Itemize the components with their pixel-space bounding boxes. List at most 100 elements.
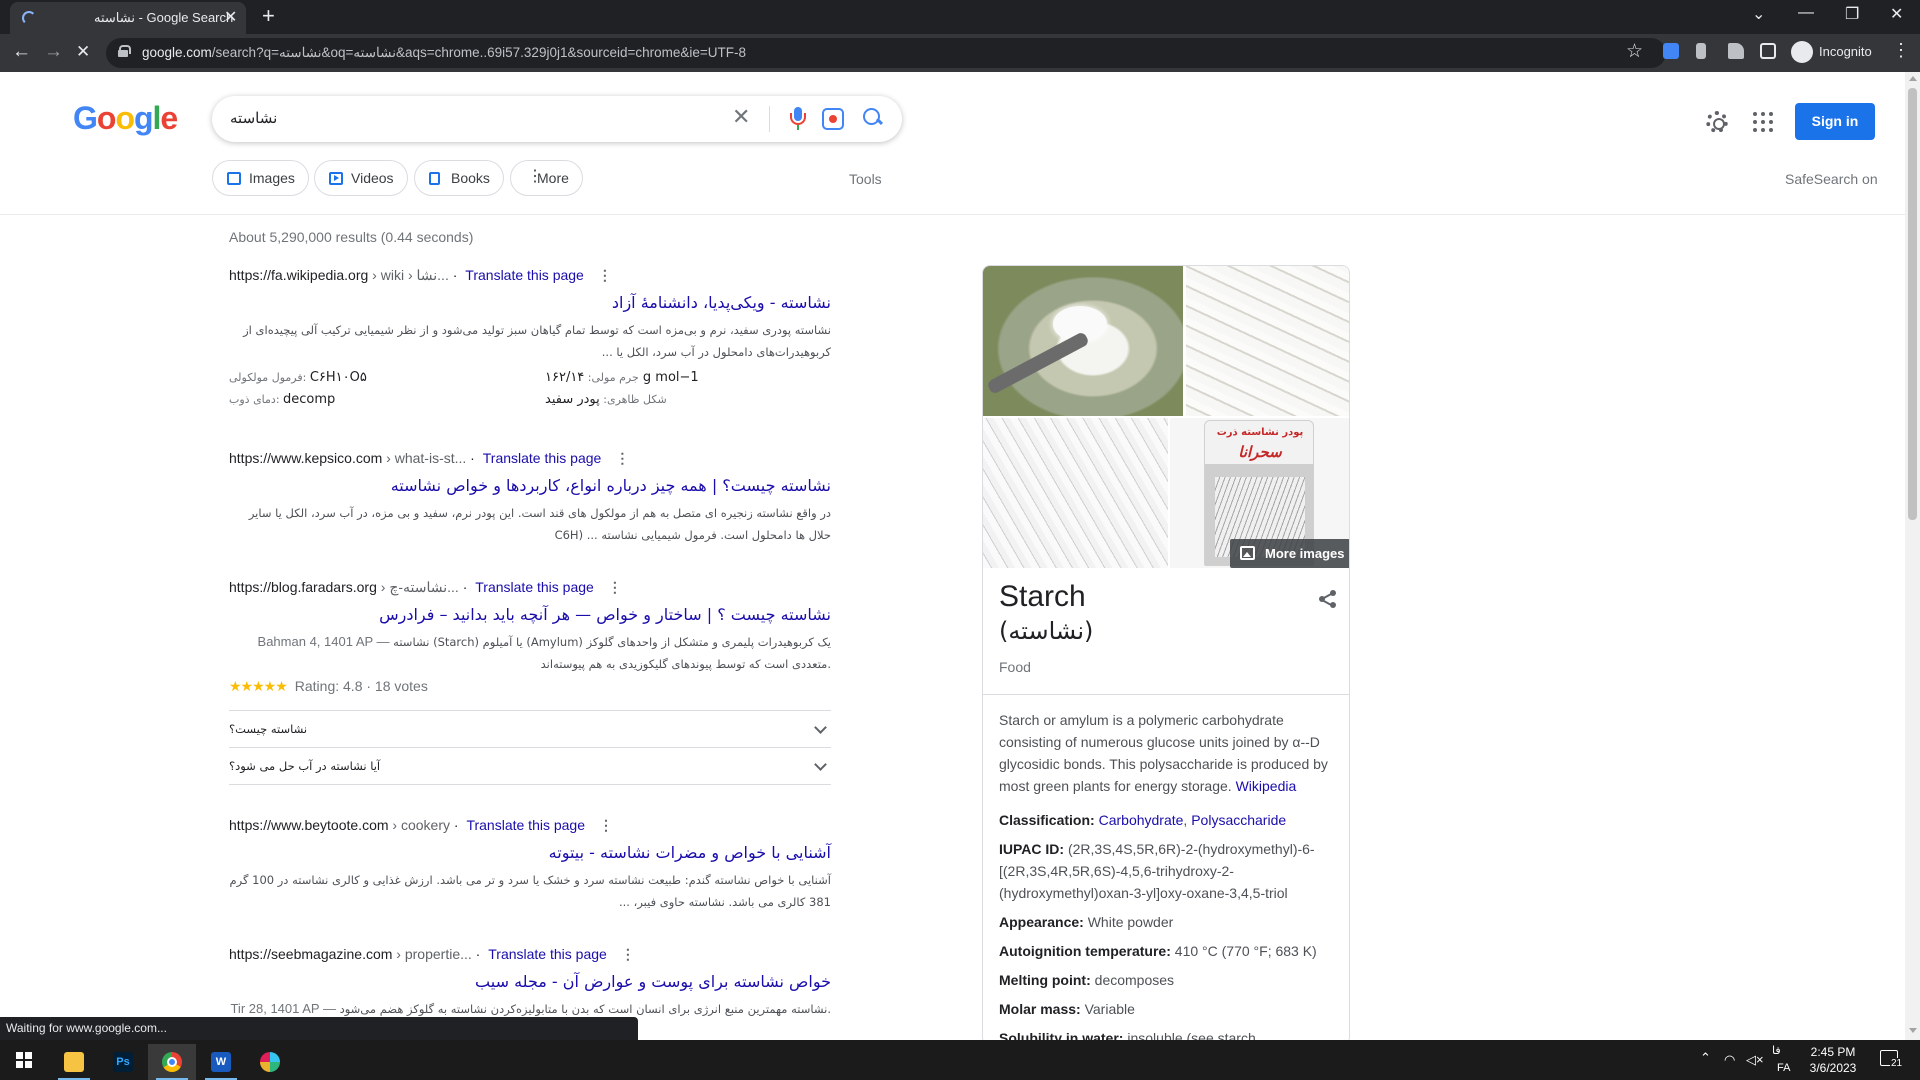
incognito-label[interactable]: Incognito — [1819, 44, 1872, 59]
fact-autoignition: Autoignition temperature: 410 °C (770 °F… — [999, 943, 1317, 959]
taskbar-word[interactable]: W — [197, 1044, 245, 1080]
share-icon[interactable] — [1319, 590, 1337, 608]
new-tab-icon[interactable]: + — [262, 3, 275, 29]
taskbar-file-explorer[interactable] — [50, 1044, 98, 1080]
close-window-icon[interactable]: ✕ — [1890, 4, 1903, 24]
tab-search-icon[interactable]: ⌄ — [1752, 4, 1765, 24]
search-icon[interactable] — [861, 106, 885, 130]
page-scrollbar[interactable] — [1905, 72, 1920, 1040]
chip-books[interactable]: Books — [414, 160, 504, 196]
result-snippet: در واقع نشاسته زنجیره ای متصل به هم از م… — [248, 506, 831, 542]
taskbar-photoshop[interactable]: Ps — [99, 1044, 147, 1080]
starch-image[interactable] — [983, 266, 1183, 416]
classification-link[interactable]: Carbohydrate — [1099, 812, 1184, 828]
search-result: https://blog.faradars.org › نشاسته-چ... … — [229, 577, 831, 697]
loading-status: Waiting for www.google.com... — [0, 1017, 638, 1040]
search-box[interactable]: نشاسته ✕ — [212, 96, 902, 142]
starch-image[interactable] — [1186, 266, 1349, 416]
result-title[interactable]: نشاسته - ویکی‌پدیا، دانشنامهٔ آزاد — [229, 291, 831, 315]
entity-facts: Classification: Carbohydrate, Polysaccha… — [999, 809, 1339, 1045]
panel-divider — [983, 694, 1349, 695]
result-options-icon[interactable]: ⋮ — [615, 450, 629, 466]
scroll-up-icon[interactable] — [1909, 76, 1917, 81]
google-lens-icon[interactable] — [822, 108, 844, 130]
folder-icon — [64, 1052, 84, 1072]
chip-videos[interactable]: Videos — [314, 160, 408, 196]
safesearch-label[interactable]: SafeSearch on — [1785, 171, 1878, 187]
chevron-down-icon — [814, 758, 827, 771]
browser-tab[interactable]: نشاسته - Google Search ✕ — [10, 2, 246, 34]
notification-count: 21 — [1890, 1058, 1904, 1069]
related-question[interactable]: نشاسته چیست؟ — [229, 710, 831, 747]
more-images-button[interactable]: More images — [1230, 539, 1349, 568]
related-question[interactable]: آیا نشاسته در آب حل می شود؟ — [229, 747, 831, 784]
starch-image[interactable] — [983, 418, 1168, 568]
scroll-down-icon[interactable] — [1909, 1028, 1917, 1033]
input-language[interactable]: فا — [1772, 1044, 1781, 1057]
chip-more[interactable]: ⋮ More — [510, 160, 583, 196]
url-text[interactable]: google.com/search?q=نشاسته&oq=نشاسته&aqs… — [142, 45, 746, 61]
browser-menu-icon[interactable]: ⋮ — [1892, 40, 1910, 61]
restore-icon[interactable]: ❐ — [1845, 4, 1859, 24]
side-panel-icon[interactable] — [1760, 43, 1776, 59]
voice-search-icon[interactable] — [788, 107, 808, 131]
scrollbar-thumb[interactable] — [1908, 88, 1917, 520]
translate-link[interactable]: Translate this page — [466, 817, 585, 833]
word-icon: W — [211, 1052, 231, 1072]
google-logo[interactable]: Google — [73, 100, 178, 137]
result-url[interactable]: https://blog.faradars.org › نشاسته-چ... … — [229, 577, 831, 597]
fact-appearance: شکل ظاهری: پودر سفید — [545, 392, 667, 407]
result-options-icon[interactable]: ⋮ — [598, 267, 612, 283]
address-bar[interactable]: google.com/search?q=نشاسته&oq=نشاسته&aqs… — [106, 38, 1666, 68]
settings-gear-icon[interactable] — [1706, 111, 1728, 133]
wikipedia-link[interactable]: Wikipedia — [1236, 778, 1297, 794]
taskbar-slack[interactable] — [246, 1044, 294, 1080]
result-title[interactable]: نشاسته چیست ؟ | ساختار و خواص — هر آنچه … — [229, 603, 831, 627]
loading-spinner-icon — [22, 11, 36, 25]
translate-extension-icon[interactable] — [1663, 43, 1679, 59]
tray-expand-icon[interactable]: ⌃ — [1700, 1050, 1711, 1066]
minimize-icon[interactable]: — — [1798, 4, 1814, 22]
clear-search-icon[interactable]: ✕ — [732, 104, 750, 130]
incognito-icon[interactable] — [1791, 41, 1813, 63]
image-icon — [227, 172, 241, 185]
result-title[interactable]: خواص نشاسته برای پوست و عوارض آن - مجله … — [229, 970, 831, 994]
sign-in-button[interactable]: Sign in — [1795, 103, 1875, 140]
translate-link[interactable]: Translate this page — [465, 267, 584, 283]
browser-toolbar: ← → ✕ google.com/search?q=نشاسته&oq=نشاس… — [0, 34, 1920, 72]
tools-button[interactable]: Tools — [849, 171, 882, 187]
taskbar-clock[interactable]: 2:45 PM 3/6/2023 — [1798, 1044, 1868, 1076]
stop-loading-icon[interactable]: ✕ — [76, 42, 90, 62]
back-icon[interactable]: ← — [12, 41, 31, 63]
result-options-icon[interactable]: ⋮ — [608, 579, 622, 595]
related-questions-divider — [229, 784, 831, 785]
google-apps-icon[interactable] — [1753, 112, 1773, 132]
result-url[interactable]: https://www.kepsico.com › what-is-st... … — [229, 448, 831, 468]
result-url[interactable]: https://www.beytoote.com › cookery · Tra… — [229, 815, 831, 835]
taskbar-chrome[interactable] — [148, 1044, 196, 1080]
windows-start-icon[interactable] — [16, 1052, 32, 1068]
lock-icon[interactable] — [118, 45, 131, 57]
result-url[interactable]: https://seebmagazine.com › propertie... … — [229, 944, 831, 964]
tab-close-icon[interactable]: ✕ — [224, 7, 237, 27]
extensions-puzzle-icon[interactable] — [1728, 43, 1744, 59]
classification-link[interactable]: Polysaccharide — [1191, 812, 1286, 828]
translate-link[interactable]: Translate this page — [475, 579, 594, 595]
result-options-icon[interactable]: ⋮ — [599, 817, 613, 833]
input-language-code[interactable]: FA — [1777, 1062, 1790, 1074]
search-input[interactable]: نشاسته — [230, 109, 277, 127]
translate-link[interactable]: Translate this page — [483, 450, 602, 466]
result-url[interactable]: https://fa.wikipedia.org › wiki › نشا...… — [229, 265, 831, 285]
result-title[interactable]: نشاسته چیست؟ | همه چیز درباره انواع، کار… — [229, 474, 831, 498]
chip-images[interactable]: Images — [212, 160, 309, 196]
fact-molar-mass: جرم مولی: ۱۶۲/۱۴ g mol−1 — [545, 370, 699, 385]
volume-mute-icon[interactable]: ◁× — [1746, 1052, 1764, 1068]
forward-icon[interactable]: → — [44, 41, 63, 63]
bookmark-star-icon[interactable]: ☆ — [1626, 40, 1643, 63]
result-title[interactable]: آشنایی با خواص و مضرات نشاسته - بیتوته — [229, 841, 831, 865]
extension-icon[interactable] — [1696, 43, 1706, 59]
header-divider — [0, 214, 1905, 215]
network-icon[interactable]: ◠ — [1724, 1052, 1735, 1068]
translate-link[interactable]: Translate this page — [488, 946, 607, 962]
result-options-icon[interactable]: ⋮ — [621, 946, 635, 962]
